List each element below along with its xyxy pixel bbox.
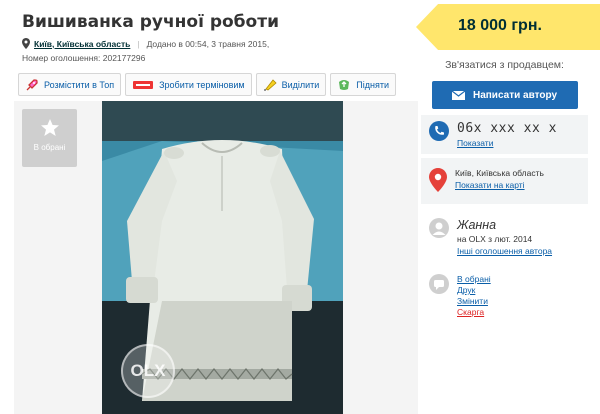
- edit-link[interactable]: Змінити: [457, 296, 491, 306]
- lift-up-label: Підняти: [356, 79, 390, 90]
- rocket-icon: [26, 78, 38, 90]
- seller-name: Жанна: [457, 218, 497, 232]
- photo-gallery: В обрані OLX: [14, 101, 418, 414]
- star-icon: [40, 119, 59, 136]
- ad-number: Номер оголошення: 202177296: [22, 53, 146, 63]
- make-urgent-label: Зробити терміновим: [159, 79, 245, 90]
- ad-title: Вишиванка ручної роботи: [22, 12, 279, 32]
- urgent-label-icon: [133, 80, 154, 89]
- promote-top-label: Розмістити в Топ: [44, 79, 115, 90]
- other-ads-link[interactable]: Інші оголошення автора: [457, 246, 552, 256]
- favorites-label: В обрані: [33, 143, 66, 152]
- ad-meta: Київ, Київська область | Додано в 00:54,…: [22, 38, 269, 49]
- print-link[interactable]: Друк: [457, 285, 491, 295]
- ad-price: 18 000 грн.: [458, 17, 542, 34]
- report-link[interactable]: Скарга: [457, 307, 491, 317]
- location-card: Київ, Київська область Показати на карті: [421, 158, 588, 204]
- meta-separator: |: [137, 38, 140, 49]
- write-author-label: Написати автору: [472, 89, 558, 101]
- contact-seller-title: Зв'язатися з продавцем:: [445, 59, 564, 71]
- phone-icon: [429, 121, 449, 141]
- lift-up-button[interactable]: Підняти: [330, 73, 397, 96]
- highlight-label: Виділити: [281, 79, 320, 90]
- show-on-map-link[interactable]: Показати на карті: [455, 180, 544, 190]
- promote-top-button[interactable]: Розмістити в Топ: [18, 73, 122, 96]
- seller-card: Жанна на OLX з лют. 2014 Інші оголошення…: [421, 208, 588, 262]
- lift-up-icon: [339, 79, 350, 90]
- phone-card: 06x xxx xx x Показати: [421, 115, 588, 154]
- ad-location-link[interactable]: Київ, Київська область: [34, 39, 130, 49]
- map-pin-icon: [429, 168, 447, 192]
- ad-tools-card: В обрані Друк Змінити Скарга: [421, 266, 588, 323]
- seller-sidebar: Зв'язатися з продавцем: Написати автору …: [421, 54, 588, 323]
- location-pin-icon: [22, 38, 30, 49]
- add-to-favorites-button[interactable]: В обрані: [22, 109, 77, 167]
- user-avatar-icon: [429, 218, 449, 238]
- make-urgent-button[interactable]: Зробити терміновим: [125, 73, 252, 96]
- highlight-button[interactable]: Виділити: [255, 73, 327, 96]
- chat-bubble-icon: [429, 274, 449, 294]
- show-phone-link[interactable]: Показати: [457, 138, 557, 148]
- seller-location: Київ, Київська область: [455, 168, 544, 178]
- seller-since: на OLX з лют. 2014: [457, 234, 533, 244]
- write-author-button[interactable]: Написати автору: [431, 81, 578, 109]
- promo-actions: Розмістити в Топ Зробити терміновим Виді…: [18, 73, 397, 96]
- ad-added-date: Додано в 00:54, 3 травня 2015,: [146, 38, 270, 49]
- envelope-icon: [451, 90, 465, 100]
- olx-watermark: OLX: [121, 344, 175, 398]
- highlighter-icon: [263, 78, 277, 91]
- favorites-link[interactable]: В обрані: [457, 274, 491, 284]
- ad-photo[interactable]: OLX: [102, 101, 343, 414]
- phone-number: 06x xxx xx x: [457, 121, 557, 136]
